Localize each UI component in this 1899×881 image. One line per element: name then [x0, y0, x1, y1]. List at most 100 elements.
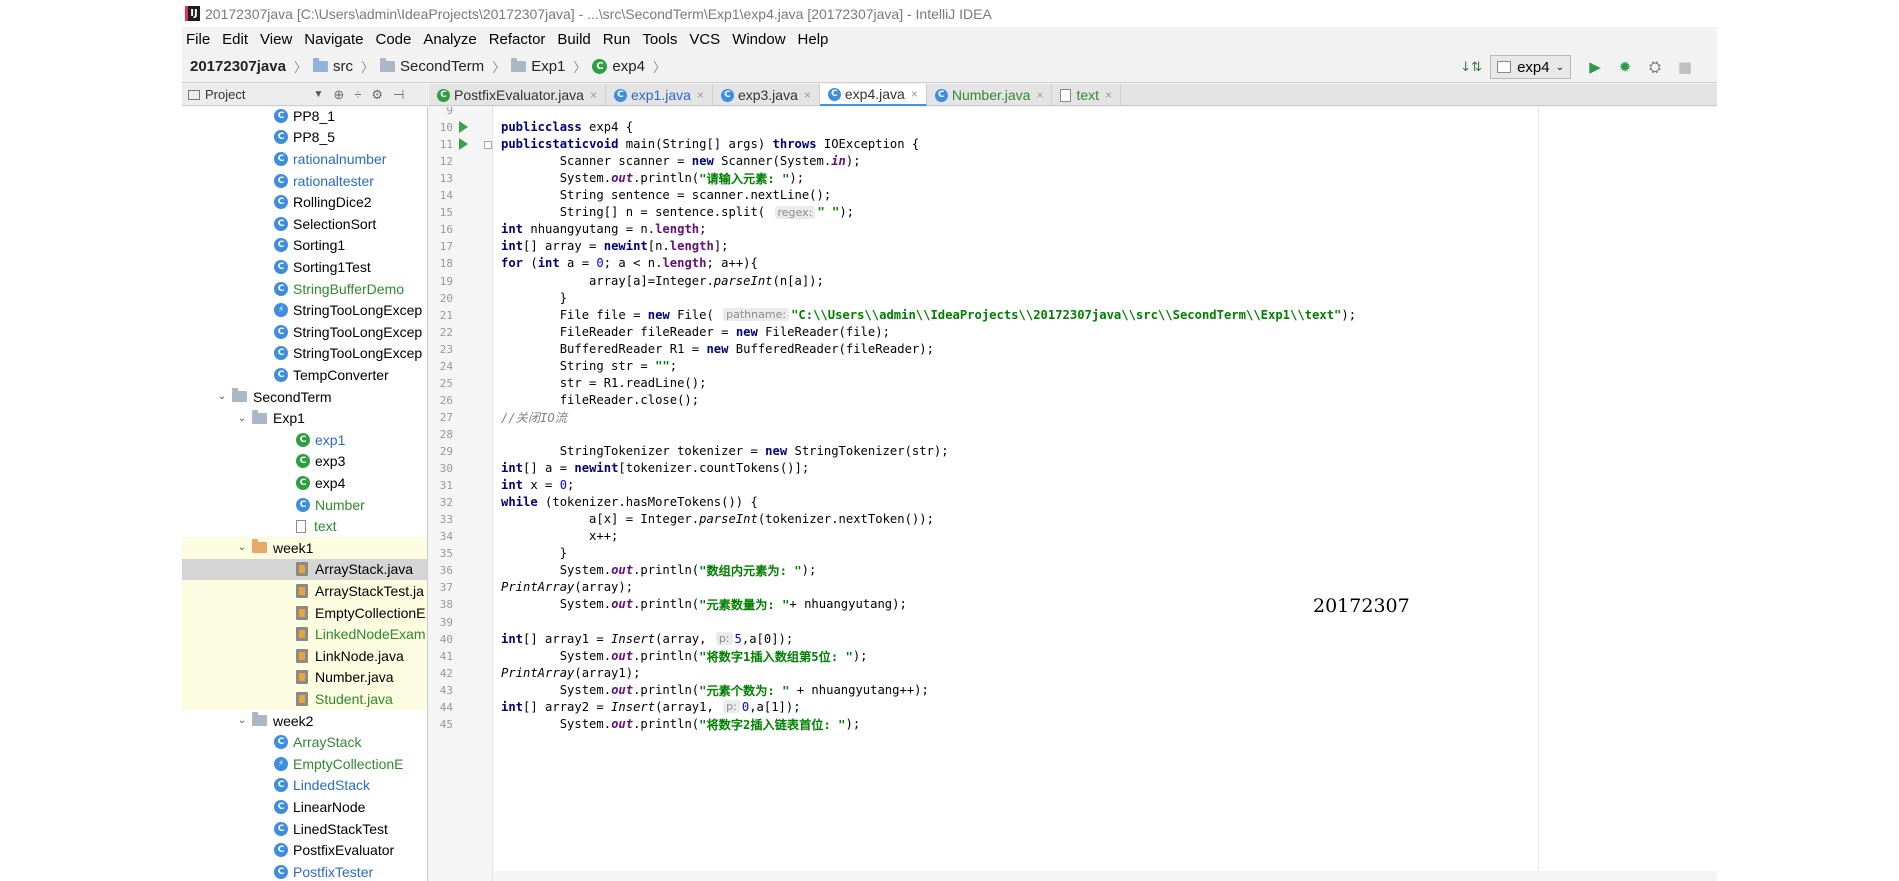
- tab-exp4-java[interactable]: Cexp4.java ×: [819, 84, 927, 106]
- tree-item[interactable]: C LinedStackTest: [182, 818, 427, 840]
- gear-icon[interactable]: ⚙: [371, 87, 383, 103]
- close-icon[interactable]: ×: [911, 87, 918, 101]
- hide-panel-icon[interactable]: ⊣: [393, 87, 404, 103]
- package-icon: [511, 58, 527, 72]
- tree-item[interactable]: Crationaltester: [182, 170, 427, 192]
- close-icon[interactable]: ×: [804, 88, 811, 102]
- tree-item[interactable]: C RollingDice2: [182, 191, 427, 213]
- breadcrumb-item[interactable]: SecondTerm: [379, 58, 484, 75]
- tree-item[interactable]: LinkNode.java: [182, 645, 427, 667]
- tree-item[interactable]: ⌄ week1: [182, 537, 427, 559]
- close-icon[interactable]: ×: [1105, 88, 1112, 102]
- breadcrumb-item[interactable]: 20172307java: [190, 58, 286, 75]
- tab-exp1-java[interactable]: Cexp1.java ×: [606, 84, 713, 106]
- run-gutter-icon[interactable]: [459, 121, 468, 134]
- menu-edit[interactable]: Edit: [222, 31, 248, 48]
- code-line[interactable]: System. out .println("元素数量为: " + nhuangyuta…: [501, 594, 907, 614]
- tab-text[interactable]: text ×: [1052, 84, 1122, 106]
- menu-refactor[interactable]: Refactor: [489, 31, 546, 48]
- locate-icon[interactable]: ⊕: [333, 87, 344, 103]
- tree-item[interactable]: C ArrayStack: [182, 731, 427, 753]
- breadcrumb-item[interactable]: Exp1: [511, 58, 565, 75]
- tree-item-label: LindedStack: [293, 777, 371, 794]
- close-icon[interactable]: ×: [590, 88, 597, 102]
- tree-item[interactable]: ⌄ Exp1: [182, 407, 427, 429]
- tree-item[interactable]: Crationalnumber: [182, 148, 427, 170]
- tree-item-label: LinkedNodeExam: [315, 626, 426, 643]
- tree-item[interactable]: C TempConverter: [182, 364, 427, 386]
- editor-tabs: C PostfixEvaluator.java × Cexp1.java × Cexp3.…: [429, 84, 1717, 106]
- tree-item[interactable]: EmptyCollectionE: [182, 601, 427, 624]
- tree-item[interactable]: C PP8_1: [182, 107, 427, 127]
- menu-view[interactable]: View: [260, 31, 292, 48]
- run-icon[interactable]: ▶: [1585, 57, 1605, 77]
- tree-item[interactable]: Cexp4: [182, 472, 427, 494]
- menu-build[interactable]: Build: [557, 31, 590, 48]
- line-number: 20: [439, 291, 453, 305]
- chevron-down-icon[interactable]: ⌄: [236, 715, 248, 726]
- menu-analyze[interactable]: Analyze: [423, 31, 476, 48]
- coverage-icon[interactable]: ⛭: [1645, 57, 1665, 77]
- chevron-down-icon[interactable]: ⌄: [236, 542, 248, 553]
- menu-help[interactable]: Help: [798, 31, 829, 48]
- tree-item[interactable]: C PostfixEvaluator: [182, 839, 427, 861]
- tree-item[interactable]: C SelectionSort: [182, 213, 427, 235]
- tree-item[interactable]: C PP8_5: [182, 127, 427, 149]
- tab-exp3-java[interactable]: Cexp3.java ×: [713, 84, 820, 106]
- tree-item[interactable]: Cexp1: [182, 429, 427, 451]
- build-icon[interactable]: ↓⇅: [1460, 60, 1482, 75]
- tree-item[interactable]: C StringBufferDemo: [182, 278, 427, 300]
- menu-bar: File Edit View Navigate Code Analyze Refactor B…: [182, 27, 1717, 51]
- code-editor[interactable]: 9 10 11 12 13 14 15 16 17 18 19 20 21 22 23 24 25 26 27 28 2…: [429, 107, 1717, 881]
- watermark-text: 20172307: [1313, 595, 1410, 617]
- breadcrumb-label: src: [332, 58, 353, 75]
- tree-item[interactable]: ⚡ StringTooLongExcep: [182, 299, 427, 321]
- tree-item[interactable]: C Sorting1Test: [182, 256, 427, 278]
- collapse-icon[interactable]: ÷: [354, 87, 361, 102]
- tree-item[interactable]: ⚡ EmptyCollectionE: [182, 753, 427, 775]
- tree-item[interactable]: LinkedNodeExam: [182, 623, 427, 645]
- menu-run[interactable]: Run: [603, 31, 631, 48]
- tree-item[interactable]: C LinearNode: [182, 796, 427, 818]
- debug-icon[interactable]: ✹: [1615, 57, 1635, 77]
- editor-scroll-area[interactable]: [493, 871, 1717, 881]
- run-config-dropdown[interactable]: exp4 ⌄: [1490, 55, 1571, 79]
- close-icon[interactable]: ×: [697, 88, 704, 102]
- tab-number-java[interactable]: C Number.java ×: [927, 84, 1053, 106]
- tree-item[interactable]: C LindedStack: [182, 775, 427, 797]
- breadcrumb-item[interactable]: Cexp4: [592, 58, 645, 75]
- tree-item[interactable]: Student.java: [182, 688, 427, 710]
- tree-item[interactable]: ArrayStackTest.ja: [182, 580, 427, 602]
- chevron-down-icon[interactable]: ▼: [313, 89, 323, 100]
- tree-item[interactable]: C PostfixTester: [182, 861, 427, 881]
- tree-item[interactable]: C StringTooLongExcep: [182, 321, 427, 343]
- fold-icon[interactable]: [484, 141, 492, 150]
- chevron-down-icon[interactable]: ⌄: [216, 391, 228, 402]
- menu-file[interactable]: File: [186, 31, 210, 48]
- menu-vcs[interactable]: VCS: [689, 31, 720, 48]
- tree-item[interactable]: C Sorting1: [182, 235, 427, 257]
- menu-tools[interactable]: Tools: [642, 31, 677, 48]
- menu-window[interactable]: Window: [732, 31, 785, 48]
- close-icon[interactable]: ×: [1036, 88, 1043, 102]
- code-line[interactable]: System. out .println("将数字2插入链表首位: ");: [501, 714, 861, 734]
- menu-navigate[interactable]: Navigate: [304, 31, 363, 48]
- tab-postfixevaluator-java[interactable]: C PostfixEvaluator.java ×: [429, 84, 606, 106]
- tree-item[interactable]: C Number: [182, 494, 427, 516]
- menu-code[interactable]: Code: [375, 31, 411, 48]
- tree-item[interactable]: ⌄ week2: [182, 710, 427, 732]
- tree-item-label: Sorting1: [293, 237, 346, 254]
- breadcrumb-item[interactable]: src: [312, 58, 353, 75]
- tree-item[interactable]: ArrayStack.java: [182, 558, 427, 581]
- chevron-down-icon[interactable]: ⌄: [236, 413, 248, 424]
- stop-icon[interactable]: ■: [1675, 57, 1695, 77]
- project-panel-label[interactable]: Project: [205, 87, 245, 102]
- tree-item[interactable]: Number.java: [182, 666, 427, 689]
- tree-item[interactable]: C StringTooLongExcep: [182, 343, 427, 365]
- tree-item[interactable]: Cexp3: [182, 451, 427, 473]
- tree-item[interactable]: ⌄ SecondTerm: [182, 386, 427, 408]
- tree-item-label: SelectionSort: [293, 215, 377, 232]
- tree-item[interactable]: text: [182, 515, 427, 537]
- run-gutter-icon[interactable]: [459, 138, 468, 151]
- code-line[interactable]: //关闭IO流: [501, 407, 567, 427]
